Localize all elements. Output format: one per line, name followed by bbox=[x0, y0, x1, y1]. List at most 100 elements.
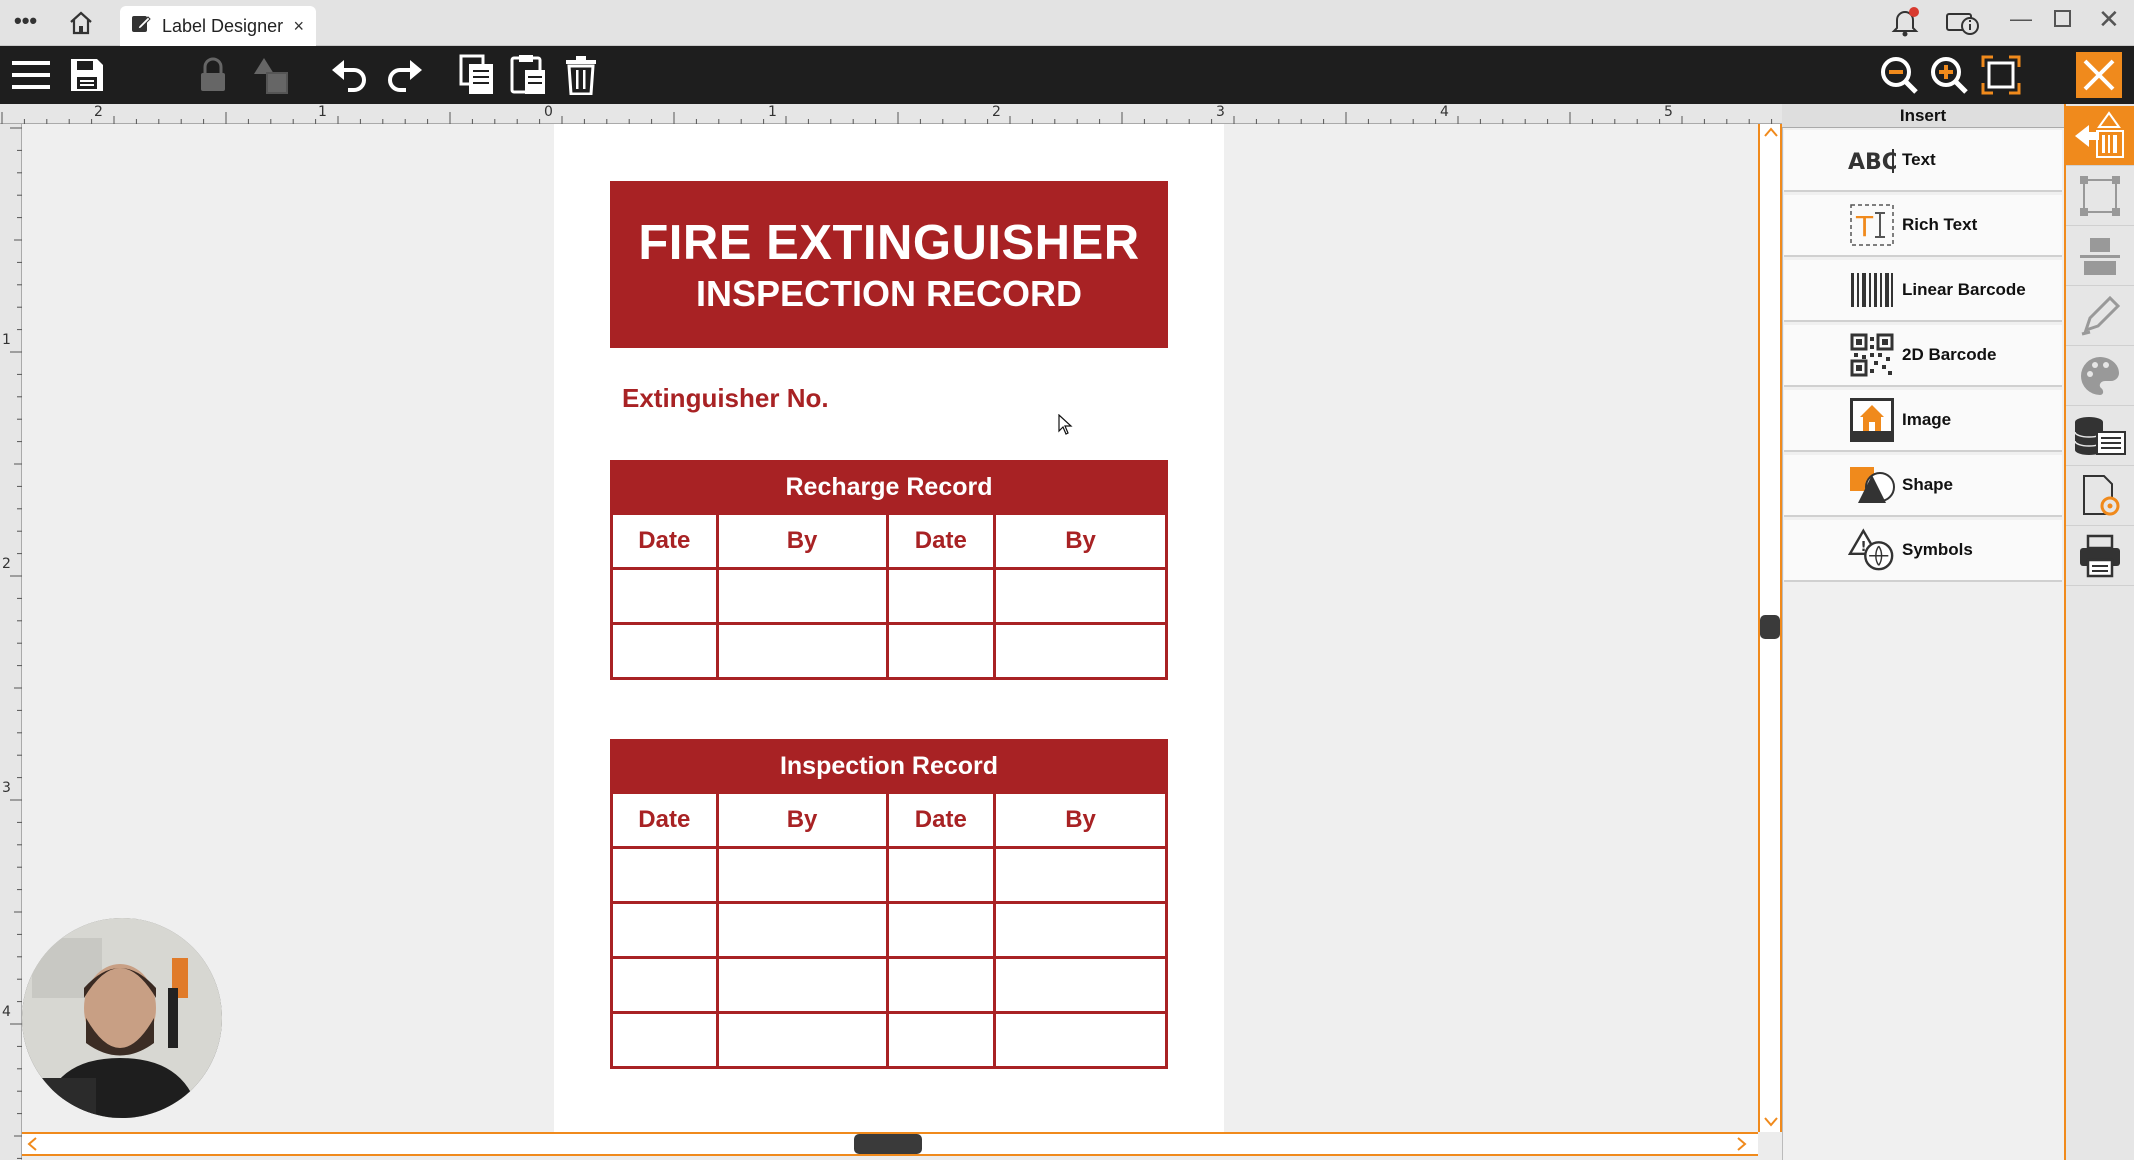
vertical-scrollbar[interactable] bbox=[1758, 124, 1782, 1132]
home-icon[interactable] bbox=[68, 10, 94, 41]
sidebar-transform-tab[interactable] bbox=[2066, 166, 2134, 226]
ruler-tick-label: 4 bbox=[1440, 104, 1449, 120]
insert-item-label: Rich Text bbox=[1902, 215, 1978, 234]
sidebar-page-setup-tab[interactable] bbox=[2066, 466, 2134, 526]
window-close-icon[interactable]: ✕ bbox=[2098, 4, 2120, 35]
title-line-1: FIRE EXTINGUISHER bbox=[638, 215, 1140, 270]
insert-item-label: Shape bbox=[1902, 475, 1954, 494]
inspection-record-title: Inspection Record bbox=[610, 739, 1168, 794]
title-bar bbox=[0, 0, 2134, 46]
image-icon bbox=[1848, 396, 1896, 444]
delete-icon[interactable] bbox=[558, 52, 604, 98]
extinguisher-number-label[interactable]: Extinguisher No. bbox=[622, 383, 829, 414]
vertical-scroll-thumb[interactable] bbox=[1760, 615, 1780, 639]
svg-text:T: T bbox=[1855, 210, 1874, 243]
insert-object-icon bbox=[2075, 110, 2124, 158]
tab-close-icon[interactable]: × bbox=[293, 16, 304, 37]
ruler-tick-label: 2 bbox=[2, 556, 11, 572]
title-banner[interactable]: FIRE EXTINGUISHER INSPECTION RECORD bbox=[610, 181, 1168, 348]
sidebar-print-tab[interactable] bbox=[2066, 526, 2134, 586]
sidebar-align-tab[interactable] bbox=[2066, 226, 2134, 286]
recharge-record-table[interactable]: Recharge Record Date By Date By bbox=[610, 460, 1168, 680]
insert-panel-title: Insert bbox=[1782, 104, 2064, 128]
recharge-record-title: Recharge Record bbox=[610, 460, 1168, 515]
qr-code-icon bbox=[1848, 331, 1896, 379]
arrange-icon[interactable] bbox=[248, 52, 294, 98]
insert-linear-barcode-button[interactable]: Linear Barcode bbox=[1784, 260, 2062, 322]
scroll-right-icon[interactable] bbox=[1734, 1137, 1748, 1156]
ruler-tick-label: 3 bbox=[1216, 104, 1225, 120]
table-row bbox=[610, 567, 1168, 625]
linear-barcode-icon bbox=[1848, 266, 1896, 314]
ruler-tick-label: 4 bbox=[2, 1004, 11, 1020]
vertical-ruler: 1 2 3 4 bbox=[0, 124, 22, 1160]
zoom-in-icon[interactable] bbox=[1926, 52, 1972, 98]
insert-image-button[interactable]: Image bbox=[1784, 390, 2062, 452]
minimize-icon[interactable]: — bbox=[2010, 6, 2032, 32]
insert-item-label: Linear Barcode bbox=[1902, 280, 2026, 299]
column-header: Date bbox=[610, 791, 719, 849]
redo-icon[interactable] bbox=[382, 52, 428, 98]
inspection-record-table[interactable]: Inspection Record Date By Date By bbox=[610, 739, 1168, 1069]
column-header: By bbox=[715, 512, 889, 570]
insert-symbols-button[interactable]: ! Symbols bbox=[1784, 520, 2062, 582]
sidebar-color-tab[interactable] bbox=[2066, 346, 2134, 406]
hamburger-menu-icon[interactable] bbox=[8, 52, 54, 98]
insert-2d-barcode-button[interactable]: 2D Barcode bbox=[1784, 325, 2062, 387]
symbols-icon: ! bbox=[1848, 526, 1896, 574]
column-header: Date bbox=[885, 791, 997, 849]
ruler-tick-label: 0 bbox=[544, 104, 553, 120]
insert-item-label: Image bbox=[1902, 410, 1952, 429]
insert-item-label: Text bbox=[1902, 150, 1936, 169]
horizontal-scrollbar[interactable] bbox=[22, 1132, 1758, 1156]
printer-icon bbox=[2080, 534, 2120, 577]
rich-text-icon: T bbox=[1848, 201, 1896, 249]
insert-shape-button[interactable]: Shape bbox=[1784, 455, 2062, 517]
more-menu-icon[interactable]: ••• bbox=[14, 8, 37, 34]
fit-to-screen-icon[interactable] bbox=[1978, 52, 2024, 98]
undo-icon[interactable] bbox=[326, 52, 372, 98]
ruler-tick-label: 3 bbox=[2, 780, 11, 796]
column-header: Date bbox=[610, 512, 719, 570]
sidebar-database-tab[interactable] bbox=[2066, 406, 2134, 466]
tab-label-designer[interactable]: Label Designer × bbox=[120, 6, 316, 46]
text-abc-icon: ABC bbox=[1848, 136, 1896, 184]
database-icon bbox=[2074, 416, 2126, 455]
scroll-up-icon[interactable] bbox=[1764, 126, 1778, 145]
insert-item-label: 2D Barcode bbox=[1902, 345, 1997, 364]
horizontal-scroll-thumb[interactable] bbox=[854, 1134, 922, 1154]
close-designer-button[interactable] bbox=[2076, 52, 2122, 98]
scroll-left-icon[interactable] bbox=[26, 1137, 40, 1156]
lock-icon[interactable] bbox=[190, 52, 236, 98]
device-info-icon[interactable] bbox=[1944, 6, 1980, 43]
edit-icon bbox=[130, 13, 152, 40]
insert-rich-text-button[interactable]: T Rich Text bbox=[1784, 195, 2062, 257]
notification-bell-icon[interactable] bbox=[1890, 6, 1920, 43]
horizontal-ruler: 2 1 0 1 2 3 4 5 bbox=[0, 104, 1782, 124]
maximize-icon[interactable] bbox=[2054, 10, 2071, 27]
main-toolbar bbox=[0, 46, 2134, 104]
palette-icon bbox=[2081, 356, 2119, 395]
ruler-tick-label: 1 bbox=[318, 104, 327, 120]
insert-text-button[interactable]: ABC Text bbox=[1784, 130, 2062, 192]
sidebar-insert-tab[interactable] bbox=[2066, 106, 2134, 166]
copy-icon[interactable] bbox=[454, 52, 500, 98]
sidebar-edit-tab[interactable] bbox=[2066, 286, 2134, 346]
paste-icon[interactable] bbox=[506, 52, 552, 98]
table-row bbox=[610, 956, 1168, 1014]
tab-title: Label Designer bbox=[162, 15, 284, 36]
table-row bbox=[610, 901, 1168, 959]
table-row bbox=[610, 846, 1168, 904]
scroll-down-icon[interactable] bbox=[1764, 1114, 1778, 1133]
align-icon bbox=[2080, 237, 2120, 275]
save-icon[interactable] bbox=[64, 52, 110, 98]
column-header: By bbox=[993, 512, 1168, 570]
insert-item-label: Symbols bbox=[1902, 540, 1973, 559]
zoom-out-icon[interactable] bbox=[1876, 52, 1922, 98]
title-line-2: INSPECTION RECORD bbox=[695, 272, 1083, 314]
presenter-video-icon bbox=[22, 918, 222, 1118]
table-row bbox=[610, 622, 1168, 680]
page-settings-icon bbox=[2083, 474, 2120, 515]
close-icon bbox=[2083, 59, 2115, 91]
webcam-overlay bbox=[22, 918, 222, 1118]
